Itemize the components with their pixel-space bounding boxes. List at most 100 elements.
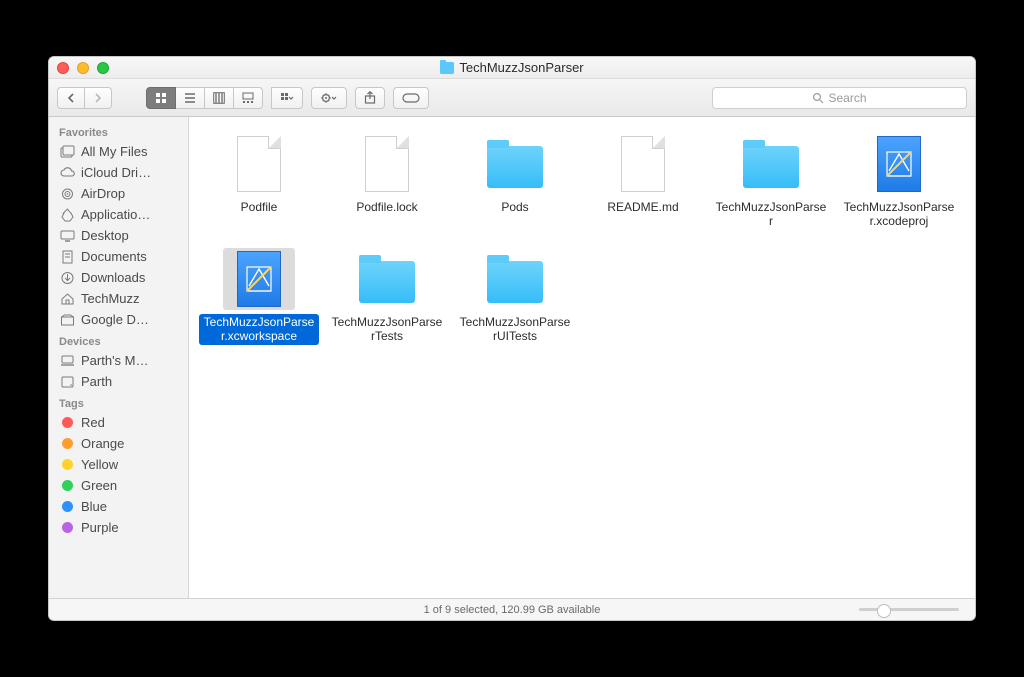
search-field[interactable]: Search: [712, 87, 967, 109]
file-icon-wrap: [351, 133, 423, 195]
sidebar-item-label: Green: [81, 478, 117, 493]
tags-button[interactable]: [393, 87, 429, 109]
file-icon-wrap: [479, 133, 551, 195]
window-body: Favorites All My Files iCloud Dri… AirDrop A…: [49, 117, 975, 598]
icon-size-slider[interactable]: [859, 608, 959, 611]
sidebar-item[interactable]: Blue: [49, 496, 188, 517]
document-icon: [365, 136, 409, 192]
zoom-button[interactable]: [97, 62, 109, 74]
file-browser[interactable]: PodfilePodfile.lockPodsREADME.mdTechMuzz…: [189, 117, 975, 598]
file-item[interactable]: TechMuzzJsonParser.xcworkspace: [195, 242, 323, 351]
sidebar-item[interactable]: Purple: [49, 517, 188, 538]
file-icon-wrap: [863, 133, 935, 195]
icon-grid: PodfilePodfile.lockPodsREADME.mdTechMuzz…: [189, 117, 975, 361]
minimize-button[interactable]: [77, 62, 89, 74]
airdrop-icon: [59, 187, 75, 201]
file-item[interactable]: README.md: [579, 127, 707, 236]
file-label: TechMuzzJsonParserTests: [327, 314, 447, 345]
downloads-icon: [59, 271, 75, 285]
file-icon-wrap: [479, 248, 551, 310]
sidebar[interactable]: Favorites All My Files iCloud Dri… AirDrop A…: [49, 117, 189, 598]
search-icon: [812, 92, 824, 104]
sidebar-item-label: Parth: [81, 374, 112, 389]
action-button[interactable]: [311, 87, 347, 109]
sidebar-item[interactable]: Desktop: [49, 225, 188, 246]
sidebar-item-label: AirDrop: [81, 186, 125, 201]
file-label: TechMuzzJsonParser.xcodeproj: [839, 199, 959, 230]
finder-window: TechMuzzJsonParser Search Favorites All M…: [48, 56, 976, 621]
forward-button[interactable]: [85, 87, 112, 109]
sidebar-item-label: Purple: [81, 520, 119, 535]
status-bar: 1 of 9 selected, 120.99 GB available: [49, 598, 975, 620]
file-label: TechMuzzJsonParser: [711, 199, 831, 230]
sidebar-item-label: Yellow: [81, 457, 118, 472]
sidebar-item-label: TechMuzz: [81, 291, 140, 306]
arrange-button[interactable]: [271, 87, 303, 109]
sidebar-item-label: Parth's M…: [81, 353, 149, 368]
sidebar-item[interactable]: Orange: [49, 433, 188, 454]
view-list-button[interactable]: [176, 87, 205, 109]
tag-icon: [59, 437, 75, 451]
sidebar-item[interactable]: All My Files: [49, 141, 188, 162]
sidebar-header: Tags: [49, 392, 188, 412]
file-item[interactable]: TechMuzzJsonParserTests: [323, 242, 451, 351]
sidebar-item-label: Blue: [81, 499, 107, 514]
view-column-button[interactable]: [205, 87, 234, 109]
laptop-icon: [59, 354, 75, 368]
folder-icon: [359, 261, 415, 303]
file-icon-wrap: [735, 133, 807, 195]
view-gallery-button[interactable]: [234, 87, 263, 109]
file-label: Pods: [498, 199, 531, 215]
file-item[interactable]: Pods: [451, 127, 579, 236]
view-icon-button[interactable]: [146, 87, 176, 109]
arrange-segment: [271, 87, 303, 109]
sidebar-item-label: Google D…: [81, 312, 149, 327]
back-button[interactable]: [57, 87, 85, 109]
file-item[interactable]: TechMuzzJsonParser.xcodeproj: [835, 127, 963, 236]
tag-icon: [59, 521, 75, 535]
sidebar-item[interactable]: Google D…: [49, 309, 188, 330]
toolbar: Search: [49, 79, 975, 117]
folder-icon: [487, 261, 543, 303]
sidebar-item[interactable]: AirDrop: [49, 183, 188, 204]
sidebar-item[interactable]: Red: [49, 412, 188, 433]
sidebar-item-label: Orange: [81, 436, 124, 451]
docs-icon: [59, 250, 75, 264]
file-label: Podfile: [238, 199, 281, 215]
sidebar-header: Favorites: [49, 121, 188, 141]
sidebar-item[interactable]: Applicatio…: [49, 204, 188, 225]
file-item[interactable]: TechMuzzJsonParser: [707, 127, 835, 236]
file-item[interactable]: Podfile: [195, 127, 323, 236]
sidebar-item-label: iCloud Dri…: [81, 165, 151, 180]
sidebar-item[interactable]: TechMuzz: [49, 288, 188, 309]
gdrive-icon: [59, 313, 75, 327]
file-label: TechMuzzJsonParserUITests: [455, 314, 575, 345]
sidebar-item-label: All My Files: [81, 144, 147, 159]
home-icon: [59, 292, 75, 306]
tag-icon: [59, 416, 75, 430]
sidebar-header: Devices: [49, 330, 188, 350]
file-label: Podfile.lock: [353, 199, 420, 215]
all-files-icon: [59, 145, 75, 159]
file-icon-wrap: [351, 248, 423, 310]
sidebar-item[interactable]: Green: [49, 475, 188, 496]
sidebar-item[interactable]: Downloads: [49, 267, 188, 288]
file-icon-wrap: [223, 248, 295, 310]
sidebar-item[interactable]: Parth: [49, 371, 188, 392]
desktop-icon: [59, 229, 75, 243]
search-placeholder: Search: [828, 91, 866, 105]
sidebar-item[interactable]: Documents: [49, 246, 188, 267]
sidebar-item-label: Red: [81, 415, 105, 430]
apps-icon: [59, 208, 75, 222]
sidebar-item[interactable]: iCloud Dri…: [49, 162, 188, 183]
sidebar-item-label: Desktop: [81, 228, 129, 243]
sidebar-item[interactable]: Parth's M…: [49, 350, 188, 371]
file-item[interactable]: Podfile.lock: [323, 127, 451, 236]
file-item[interactable]: TechMuzzJsonParserUITests: [451, 242, 579, 351]
share-button[interactable]: [355, 87, 385, 109]
sidebar-item-label: Applicatio…: [81, 207, 150, 222]
close-button[interactable]: [57, 62, 69, 74]
sidebar-item[interactable]: Yellow: [49, 454, 188, 475]
document-icon: [237, 136, 281, 192]
tag-icon: [59, 458, 75, 472]
